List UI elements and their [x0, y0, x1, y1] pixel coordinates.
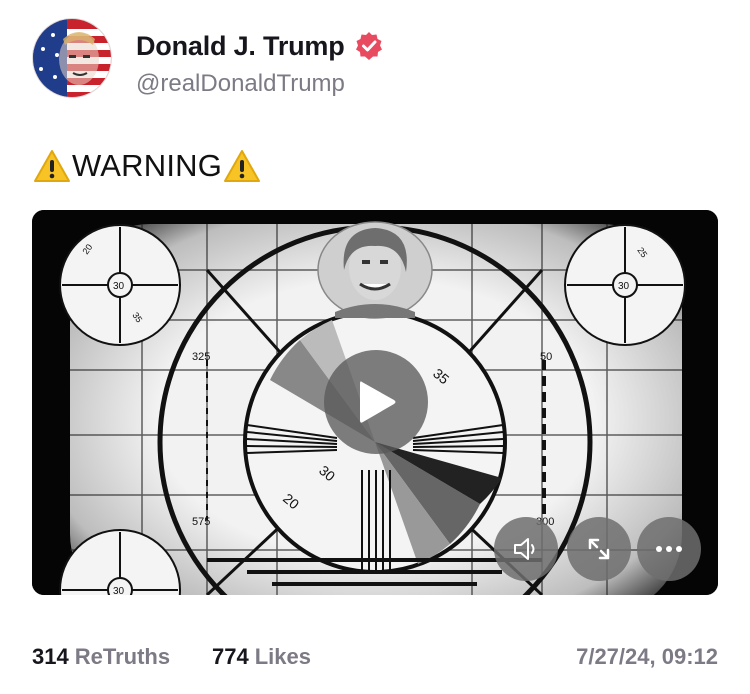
video-player[interactable]: 325 50 575 300 35 30 20 30 30 30 20 25 3…: [32, 210, 718, 595]
pattern-label: 30: [618, 281, 630, 292]
more-icon: [656, 546, 682, 552]
likes-stat[interactable]: 774 Likes: [212, 644, 311, 670]
author-name[interactable]: Donald J. Trump: [136, 31, 345, 62]
play-button[interactable]: [324, 350, 428, 454]
avatar[interactable]: [32, 18, 112, 98]
retruths-count: 314: [32, 644, 69, 669]
warning-icon: [32, 148, 72, 184]
retruths-stat[interactable]: 314 ReTruths: [32, 644, 170, 670]
volume-icon: [514, 538, 535, 560]
post-text: WARNING: [32, 148, 262, 184]
author-handle[interactable]: @realDonaldTrump: [136, 70, 345, 98]
fullscreen-icon: [588, 538, 610, 560]
play-icon: [360, 381, 396, 423]
name-row: Donald J. Trump: [136, 30, 385, 62]
volume-button[interactable]: [494, 517, 558, 581]
pattern-label: 575: [192, 516, 210, 528]
likes-label: Likes: [254, 644, 311, 669]
post-timestamp[interactable]: 7/27/24, 09:12: [576, 644, 718, 670]
post-body-text: WARNING: [72, 148, 223, 183]
warning-icon: [222, 148, 262, 184]
post-footer: 314 ReTruths 774 Likes 7/27/24, 09:12: [32, 644, 718, 674]
pattern-label: 50: [540, 351, 552, 363]
post-header: Donald J. Trump @realDonaldTrump: [32, 18, 722, 102]
likes-count: 774: [212, 644, 249, 669]
retruths-label: ReTruths: [74, 644, 171, 669]
more-options-button[interactable]: [637, 517, 701, 581]
pattern-label: 30: [113, 586, 125, 595]
fullscreen-button[interactable]: [567, 517, 631, 581]
avatar-portrait: [33, 19, 111, 97]
verified-badge-icon: [353, 30, 385, 62]
pattern-label: 30: [113, 281, 125, 292]
pattern-label: 325: [192, 351, 210, 363]
